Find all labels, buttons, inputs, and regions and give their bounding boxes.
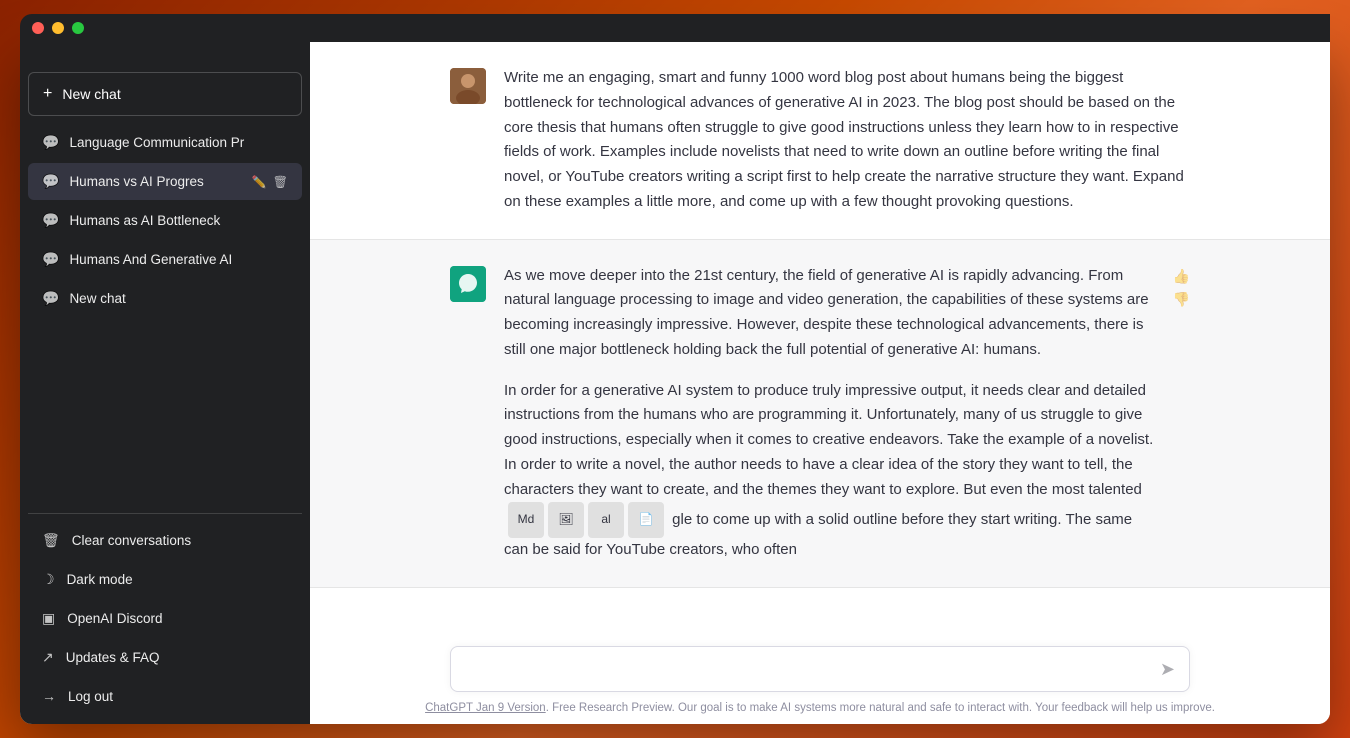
chat-icon: 💬: [42, 134, 59, 151]
chat-item-actions: ✏️ 🗑: [252, 175, 288, 189]
conversation-label: Language Communication Pr: [69, 135, 288, 150]
conversation-item-new-chat[interactable]: 💬 New chat: [28, 280, 302, 317]
chat-icon: 💬: [42, 173, 59, 190]
footer-text: . Free Research Preview. Our goal is to …: [546, 702, 1215, 714]
ai-message: As we move deeper into the 21st century,…: [310, 240, 1330, 589]
conversation-item-lang[interactable]: 💬 Language Communication Pr: [28, 124, 302, 161]
user-message-text: Write me an engaging, smart and funny 10…: [504, 69, 1184, 210]
ai-paragraph-1: As we move deeper into the 21st century,…: [504, 264, 1155, 363]
conversation-label: New chat: [69, 291, 288, 306]
thumbs-up-button[interactable]: 👍: [1173, 268, 1190, 285]
minimize-dot[interactable]: [52, 22, 64, 34]
sidebar: + New chat 💬 Language Communication Pr 💬…: [20, 42, 310, 724]
dark-mode-label: Dark mode: [67, 572, 133, 587]
logout-button[interactable]: → Log out: [28, 678, 302, 714]
delete-icon[interactable]: 🗑: [273, 175, 288, 189]
discord-icon: ▣: [42, 610, 55, 627]
new-chat-label: New chat: [62, 86, 120, 102]
logout-icon: →: [42, 688, 56, 704]
sidebar-actions: 🗑 Clear conversations ☽ Dark mode ▣ Open…: [28, 522, 302, 714]
send-button[interactable]: ➤: [1160, 659, 1175, 680]
updates-faq-button[interactable]: ↗ Updates & FAQ: [28, 639, 302, 676]
message-feedback: 👍 👎: [1173, 268, 1190, 308]
conversation-label: Humans vs AI Progres: [69, 174, 241, 189]
plus-icon: +: [43, 85, 52, 103]
discord-button[interactable]: ▣ OpenAI Discord: [28, 600, 302, 637]
conversation-list: 💬 Language Communication Pr 💬 Humans vs …: [28, 124, 302, 317]
chat-input[interactable]: [465, 657, 1160, 681]
updates-faq-label: Updates & FAQ: [66, 650, 160, 665]
trash-icon: 🗑: [42, 532, 60, 549]
new-chat-button[interactable]: + New chat: [28, 72, 302, 116]
moon-icon: ☽: [42, 571, 55, 588]
edit-icon[interactable]: ✏️: [252, 175, 267, 189]
footer: ChatGPT Jan 9 Version. Free Research Pre…: [310, 696, 1330, 724]
maximize-dot[interactable]: [72, 22, 84, 34]
conversation-item-humans-generative[interactable]: 💬 Humans And Generative AI: [28, 241, 302, 278]
thumbs-down-button[interactable]: 👎: [1173, 291, 1190, 308]
discord-label: OpenAI Discord: [67, 611, 162, 626]
chat-icon: 💬: [42, 290, 59, 307]
thumb-img: 🖼: [548, 502, 584, 538]
external-link-icon: ↗: [42, 649, 54, 666]
chat-icon: 💬: [42, 212, 59, 229]
conversation-item-humans-vs[interactable]: 💬 Humans vs AI Progres ✏️ 🗑: [28, 163, 302, 200]
sidebar-divider: [28, 513, 302, 514]
logout-label: Log out: [68, 689, 113, 704]
dark-mode-button[interactable]: ☽ Dark mode: [28, 561, 302, 598]
conversation-label: Humans as AI Bottleneck: [69, 213, 288, 228]
thumb-al: al: [588, 502, 624, 538]
main-content: Write me an engaging, smart and funny 10…: [310, 42, 1330, 724]
clear-conversations-button[interactable]: 🗑 Clear conversations: [28, 522, 302, 559]
user-avatar: [450, 68, 486, 104]
user-message: Write me an engaging, smart and funny 10…: [310, 42, 1330, 240]
conversation-item-humans-bottleneck[interactable]: 💬 Humans as AI Bottleneck: [28, 202, 302, 239]
thumb-pdf: 📄: [628, 502, 664, 538]
ai-message-content: As we move deeper into the 21st century,…: [504, 264, 1155, 564]
window-chrome: [20, 14, 1330, 42]
user-message-content: Write me an engaging, smart and funny 10…: [504, 66, 1190, 215]
ai-paragraph-2: In order for a generative AI system to p…: [504, 379, 1155, 564]
chat-input-wrapper: ➤: [450, 646, 1190, 692]
chat-area[interactable]: Write me an engaging, smart and funny 10…: [310, 42, 1330, 636]
close-dot[interactable]: [32, 22, 44, 34]
clear-conversations-label: Clear conversations: [72, 533, 191, 548]
chat-icon: 💬: [42, 251, 59, 268]
footer-version-link[interactable]: ChatGPT Jan 9 Version: [425, 702, 546, 714]
conversation-label: Humans And Generative AI: [69, 252, 288, 267]
ai-avatar: [450, 266, 486, 302]
thumb-md: Md: [508, 502, 544, 538]
ai-message-wrapper: As we move deeper into the 21st century,…: [504, 264, 1155, 564]
